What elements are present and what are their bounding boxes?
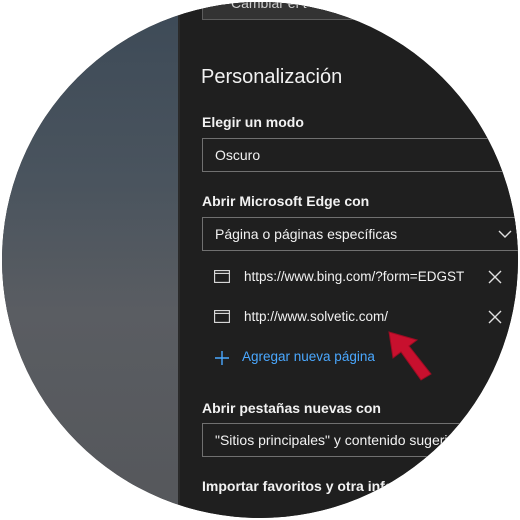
screenshot-circle-frame: Cambiar el t Personalización Elegir un m… [2,2,518,518]
startup-select-value: Página o páginas específicas [215,226,398,242]
new-tabs-select[interactable]: "Sitios principales" y contenido sugerid… [202,423,518,457]
new-tabs-label: Abrir pestañas nuevas con [202,400,381,416]
desktop-background [2,2,178,518]
mode-select-value: Oscuro [215,147,261,163]
startup-select[interactable]: Página o páginas específicas [202,217,518,251]
startup-page-url: http://www.solvetic.com/ [244,309,389,324]
plus-icon [215,351,229,365]
red-arrow-annotation [388,331,432,381]
chevron-down-icon [498,230,512,238]
startup-page-row: https://www.bing.com/?form=EDGSTP [214,266,504,290]
startup-label: Abrir Microsoft Edge con [202,193,370,209]
section-title: Personalización [201,66,343,88]
settings-panel: Cambiar el t Personalización Elegir un m… [180,2,518,518]
close-icon[interactable] [488,270,502,284]
new-tabs-select-value: "Sitios principales" y contenido sugerid… [215,432,464,448]
import-label: Importar favoritos y otra información [202,478,448,494]
close-icon[interactable] [488,310,502,324]
page-icon [214,310,230,323]
mode-select[interactable]: Oscuro [202,138,518,172]
mode-label: Elegir un modo [202,114,304,130]
page-icon [214,270,230,283]
startup-page-url: https://www.bing.com/?form=EDGSTP [244,269,464,284]
startup-page-row: http://www.solvetic.com/ [214,306,504,330]
add-page-label: Agregar nueva página [242,349,375,364]
top-button[interactable]: Cambiar el t [202,2,502,20]
top-button-label: Cambiar el t [231,2,307,11]
